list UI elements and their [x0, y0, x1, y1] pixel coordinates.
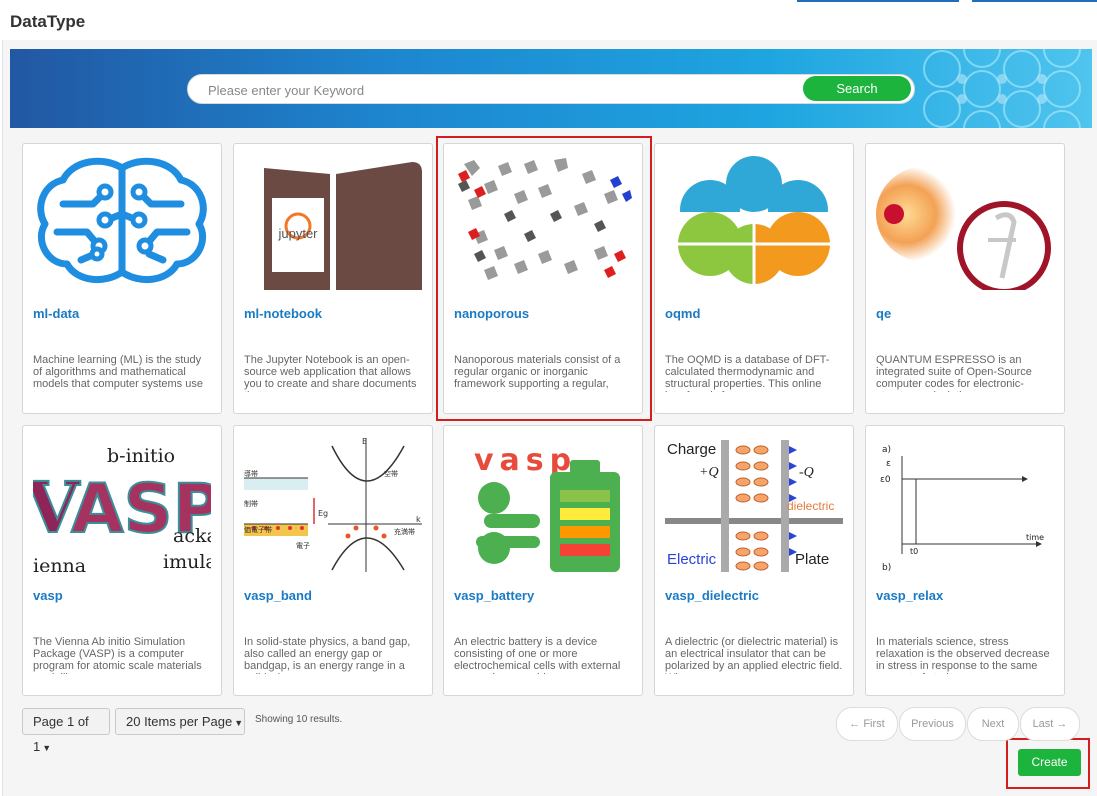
- card-description: The Vienna Ab initio Simulation Package …: [33, 636, 202, 674]
- notebook-icon: jupyter: [264, 162, 422, 290]
- items-per-page-dropdown[interactable]: 20 Items per Page ▼: [115, 708, 245, 735]
- card-description: The Jupyter Notebook is an open-source w…: [244, 354, 417, 392]
- relax-label-eps: ε: [886, 459, 891, 469]
- relax-label-t0: t0: [910, 547, 918, 556]
- search-button[interactable]: Search: [803, 76, 911, 101]
- card-qe[interactable]: qe QUANTUM ESPRESSO is an integrated sui…: [865, 143, 1065, 414]
- card-vasp-battery[interactable]: vasp vasp_battery An electric battery is…: [443, 425, 643, 696]
- dielectric-label: dielectric: [787, 499, 834, 513]
- card-title[interactable]: ml-data: [33, 306, 79, 321]
- card-oqmd[interactable]: oqmd The OQMD is a database of DFT-calcu…: [654, 143, 854, 414]
- top-nav-underlines: [797, 0, 1097, 3]
- brain-circuit-icon: [37, 157, 207, 284]
- card-thumbnail: Eg 導帯 制帯 価電子帯 電子 E k 空帯 充満帯: [244, 436, 422, 572]
- card-vasp-relax[interactable]: a) ε ε0 t0 time b) vasp_relax In materia…: [865, 425, 1065, 696]
- band-filled-label: 充満帯: [394, 527, 415, 536]
- first-page-button[interactable]: ← First: [836, 707, 898, 741]
- card-title[interactable]: vasp_dielectric: [665, 588, 759, 603]
- band-top-label: 導帯: [244, 469, 258, 478]
- vasp-logo-icon: b-initio V ASP acka imula ienna: [33, 445, 211, 572]
- card-title[interactable]: vasp_relax: [876, 588, 943, 603]
- card-thumbnail: jupyter: [244, 154, 422, 290]
- stress-relaxation-graph-icon: a) ε ε0 t0 time b): [880, 445, 1044, 572]
- card-description: The OQMD is a database of DFT-calculated…: [665, 354, 830, 392]
- last-page-button[interactable]: Last →: [1020, 707, 1080, 741]
- dielectric-capacitor-icon: Charge +Q -Q dielectric Electric Plate: [665, 440, 843, 572]
- page-title: DataType: [10, 12, 86, 31]
- search-input[interactable]: [208, 80, 788, 100]
- dielectric-plus-q: +Q: [699, 465, 719, 480]
- relax-label-time: time: [1026, 533, 1044, 542]
- band-mid-label: 制帯: [244, 499, 258, 508]
- vasp-logo-ienna: ienna: [33, 555, 86, 572]
- card-ml-data[interactable]: ml-data Machine learning (ML) is the stu…: [22, 143, 222, 414]
- relax-label-eps0: ε0: [880, 475, 891, 485]
- band-axis-k: k: [416, 515, 421, 524]
- create-button[interactable]: Create: [1018, 749, 1081, 776]
- card-title[interactable]: vasp_band: [244, 588, 312, 603]
- vasp-logo-b-initio: b-initio: [107, 445, 175, 467]
- band-low-label: 価電子帯: [244, 525, 272, 534]
- card-description: In solid-state physics, a band gap, also…: [244, 636, 411, 674]
- dielectric-electric-label: Electric: [667, 551, 717, 568]
- card-thumbnail: b-initio V ASP acka imula ienna: [33, 436, 211, 572]
- card-title[interactable]: qe: [876, 306, 891, 321]
- results-count: Showing 10 results.: [255, 714, 343, 725]
- dielectric-plate-label: Plate: [795, 551, 829, 568]
- dielectric-charge-label: Charge: [667, 441, 716, 458]
- card-title[interactable]: vasp: [33, 588, 63, 603]
- card-title[interactable]: oqmd: [665, 306, 700, 321]
- banner-pattern: [923, 49, 1081, 128]
- band-electron-label: 電子: [296, 542, 310, 550]
- jupyter-label: jupyter: [277, 226, 318, 241]
- card-description: In materials science, stress relaxation …: [876, 636, 1050, 674]
- card-thumbnail: [665, 154, 843, 290]
- vasp-logo-imula: imula: [163, 551, 211, 572]
- card-title[interactable]: ml-notebook: [244, 306, 322, 321]
- page-selector-dropdown[interactable]: Page 1 of 1 ▼: [22, 708, 110, 754]
- dielectric-minus-q: -Q: [799, 465, 814, 480]
- card-vasp-dielectric[interactable]: Charge +Q -Q dielectric Electric Plate v…: [654, 425, 854, 696]
- band-axis-e: E: [362, 437, 367, 446]
- card-vasp[interactable]: b-initio V ASP acka imula ienna vasp The…: [22, 425, 222, 696]
- card-ml-notebook[interactable]: jupyter ml-notebook The Jupyter Notebook…: [233, 143, 433, 414]
- card-description: An electric battery is a device consisti…: [454, 636, 621, 674]
- band-gap-diagram-icon: Eg 導帯 制帯 価電子帯 電子 E k 空帯 充満帯: [244, 437, 422, 572]
- card-thumbnail: [33, 154, 211, 290]
- card-thumbnail: a) ε ε0 t0 time b): [876, 436, 1054, 572]
- battery-icon: vasp: [474, 443, 620, 572]
- caret-down-icon: ▼: [42, 743, 52, 753]
- relax-label-a: a): [882, 445, 891, 455]
- card-thumbnail: vasp: [454, 436, 632, 572]
- card-title[interactable]: vasp_battery: [454, 588, 534, 603]
- card-vasp-band[interactable]: Eg 導帯 制帯 価電子帯 電子 E k 空帯 充満帯 vasp_band In…: [233, 425, 433, 696]
- items-per-page-label: 20 Items per Page: [126, 714, 233, 729]
- oqmd-logo-icon: [675, 156, 833, 290]
- band-eg-label: Eg: [318, 509, 328, 518]
- band-empty-label: 空帯: [384, 469, 398, 478]
- highlight-box-nanoporous: [436, 136, 652, 421]
- previous-page-button[interactable]: Previous: [899, 707, 966, 741]
- card-description: QUANTUM ESPRESSO is an integrated suite …: [876, 354, 1032, 392]
- quantum-espresso-logo-icon: [876, 166, 1051, 290]
- page: DataType Search: [0, 0, 1097, 796]
- card-thumbnail: Charge +Q -Q dielectric Electric Plate: [665, 436, 843, 572]
- vasp-logo-acka: acka: [173, 525, 211, 547]
- relax-label-b: b): [882, 563, 891, 572]
- card-description: Machine learning (ML) is the study of al…: [33, 354, 203, 392]
- card-thumbnail: [876, 154, 1054, 290]
- card-description: A dielectric (or dielectric material) is…: [665, 636, 843, 674]
- caret-down-icon: ▼: [234, 718, 244, 728]
- next-page-button[interactable]: Next: [967, 707, 1019, 741]
